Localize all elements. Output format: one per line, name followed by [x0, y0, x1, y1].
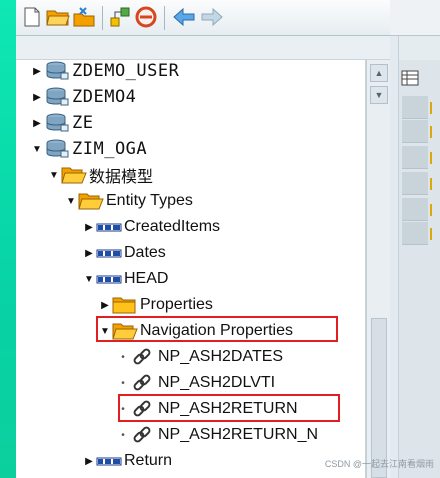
- vertical-scrollbar[interactable]: ▲ ▼: [366, 60, 390, 478]
- open-folder-icon: [78, 191, 104, 211]
- table-row[interactable]: [402, 96, 428, 119]
- scroll-down-icon[interactable]: ▼: [370, 86, 388, 104]
- expand-arrow-icon[interactable]: ▶: [30, 92, 44, 103]
- tree-node-project[interactable]: ▶ ZE: [30, 110, 93, 136]
- tree-node-label: Dates: [124, 244, 166, 261]
- open-folder-icon: [61, 165, 87, 185]
- collapse-arrow-icon[interactable]: ▼: [30, 144, 44, 155]
- tree-node-nav-property[interactable]: • NP_ASH2DATES: [116, 344, 283, 370]
- right-pane-header: [398, 36, 440, 60]
- new-document-icon[interactable]: [20, 5, 44, 29]
- tree-node-label: Entity Types: [106, 192, 193, 209]
- tree-node-label: HEAD: [124, 270, 169, 287]
- right-pane-toolbar: [390, 0, 440, 36]
- entity-type-icon: [96, 269, 122, 289]
- tree-node-label: NP_ASH2DATES: [158, 348, 284, 365]
- back-arrow-icon[interactable]: [172, 5, 196, 29]
- tree-node-label: 数据模型: [89, 167, 154, 186]
- tree-node-entity[interactable]: ▶ Return: [82, 448, 172, 474]
- folder-icon: [112, 295, 138, 315]
- entity-type-icon: [96, 243, 122, 263]
- tree-node-label: ZDEMO4: [72, 87, 137, 107]
- tree-node-nav-property[interactable]: • NP_ASH2DLVTI: [116, 370, 275, 396]
- table-row[interactable]: [402, 172, 428, 195]
- hierarchy-icon[interactable]: [108, 5, 132, 29]
- tree-node-label: NP_ASH2RETURN_N: [158, 426, 319, 443]
- expand-arrow-icon[interactable]: ▶: [98, 300, 112, 311]
- leaf-dot-icon: •: [121, 377, 125, 389]
- right-pane: [390, 0, 440, 478]
- cancel-icon[interactable]: [134, 5, 158, 29]
- tree-node-folder[interactable]: ▼ Entity Types: [64, 188, 193, 214]
- tree-node-label: ZIM_OGA: [72, 139, 148, 159]
- row-marker: [430, 152, 432, 164]
- row-marker: [430, 102, 432, 114]
- service-tree: ▶ ZDEMO_USER ▶ ZDEMO4 ▶ ZE ▼ ZIM_OGA ▼ 数…: [16, 60, 366, 478]
- tree-node-label: ZDEMO_USER: [72, 61, 180, 81]
- collapse-arrow-icon[interactable]: ▼: [82, 274, 96, 285]
- expand-arrow-icon[interactable]: ▶: [30, 118, 44, 129]
- table-settings-icon[interactable]: [401, 70, 419, 91]
- tree-header: [16, 36, 390, 60]
- table-row[interactable]: [402, 120, 428, 143]
- database-project-icon: [44, 87, 70, 107]
- table-row[interactable]: [402, 198, 428, 221]
- database-project-icon: [44, 61, 70, 81]
- leaf-dot-icon: •: [121, 351, 125, 363]
- tree-node-project[interactable]: ▼ ZIM_OGA: [30, 136, 147, 162]
- tree-node-folder[interactable]: ▶ Properties: [98, 292, 213, 318]
- expand-arrow-icon[interactable]: ▶: [82, 248, 96, 259]
- highlight-box-np-ash2return: [118, 394, 340, 422]
- tree-node-entity[interactable]: ▶ Dates: [82, 240, 166, 266]
- row-marker: [430, 204, 432, 216]
- tree-node-label: NP_ASH2DLVTI: [158, 374, 276, 391]
- tree-node-folder[interactable]: ▼ 数据模型: [47, 162, 153, 188]
- link-chain-icon: [130, 347, 156, 367]
- expand-arrow-icon[interactable]: ▶: [82, 456, 96, 467]
- collapse-arrow-icon[interactable]: ▼: [64, 196, 78, 207]
- row-marker: [430, 228, 432, 240]
- watermark: CSDN @一起去江南看烟雨: [324, 459, 434, 469]
- highlight-box-navigation-properties: [96, 316, 338, 342]
- tree-node-entity[interactable]: ▶ CreatedItems: [82, 214, 220, 240]
- tree-node-entity[interactable]: ▼ HEAD: [82, 266, 168, 292]
- database-project-icon: [44, 139, 70, 159]
- table-row[interactable]: [402, 222, 428, 245]
- tree-node-label: Properties: [140, 296, 213, 313]
- expand-arrow-icon[interactable]: ▶: [82, 222, 96, 233]
- entity-type-icon: [96, 451, 122, 471]
- database-project-icon: [44, 113, 70, 133]
- link-chain-icon: [130, 373, 156, 393]
- scrollbar-thumb[interactable]: [371, 318, 387, 478]
- side-accent-strip: [0, 0, 16, 478]
- tree-node-project[interactable]: ▶ ZDEMO_USER: [30, 60, 179, 84]
- scroll-up-icon[interactable]: ▲: [370, 64, 388, 82]
- tree-node-project[interactable]: ▶ ZDEMO4: [30, 84, 136, 110]
- leaf-dot-icon: •: [121, 429, 125, 441]
- tools-icon[interactable]: [72, 5, 96, 29]
- expand-arrow-icon[interactable]: ▶: [30, 66, 44, 77]
- row-marker: [430, 178, 432, 190]
- entity-type-icon: [96, 217, 122, 237]
- toolbar: [16, 0, 390, 36]
- tree-node-label: Return: [124, 452, 173, 469]
- row-marker: [430, 126, 432, 138]
- collapse-arrow-icon[interactable]: ▼: [47, 170, 61, 181]
- forward-arrow-icon[interactable]: [200, 5, 224, 29]
- link-chain-icon: [130, 425, 156, 445]
- table-row[interactable]: [402, 146, 428, 169]
- tree-node-label: CreatedItems: [124, 218, 221, 235]
- tree-node-nav-property[interactable]: • NP_ASH2RETURN_N: [116, 422, 318, 448]
- open-folder-icon[interactable]: [46, 5, 70, 29]
- tree-node-label: ZE: [72, 113, 94, 133]
